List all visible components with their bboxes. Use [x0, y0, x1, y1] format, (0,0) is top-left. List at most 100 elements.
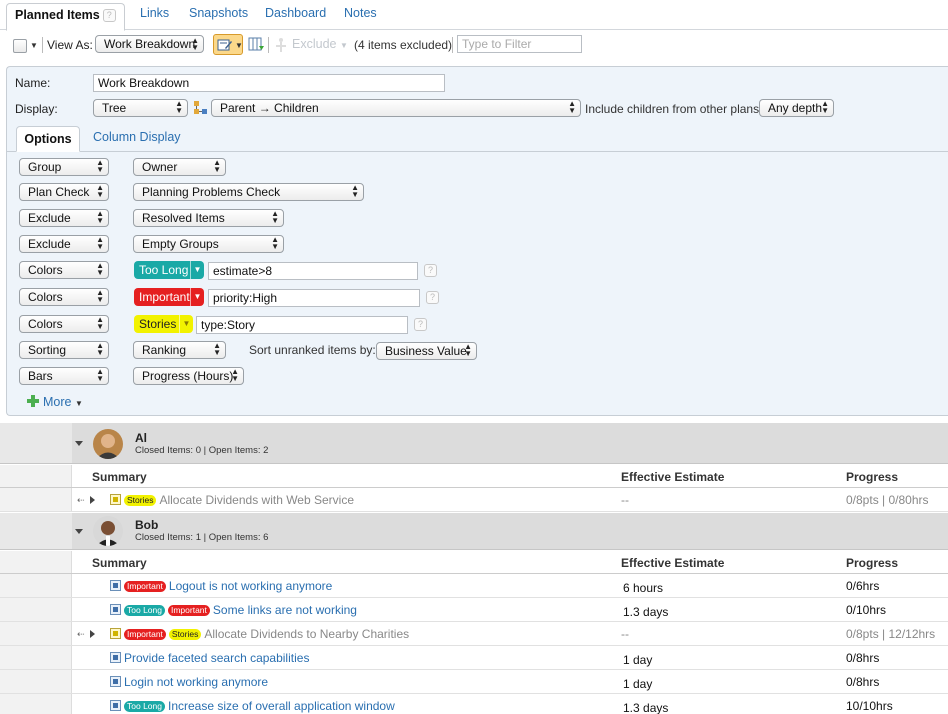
color-query-input[interactable]: estimate>8: [208, 262, 418, 280]
task-type-icon: [110, 652, 121, 663]
view-name-input[interactable]: Work Breakdown: [93, 74, 445, 92]
external-link-icon: ⇠: [77, 629, 85, 639]
row-gutter: [0, 551, 72, 573]
exclude-button[interactable]: Exclude ▼: [292, 37, 348, 51]
expand-icon[interactable]: [90, 496, 95, 504]
help-icon[interactable]: ?: [102, 9, 116, 22]
select-menu-caret[interactable]: ▼: [30, 41, 38, 50]
edit-view-icon: [217, 39, 232, 51]
display-select[interactable]: Tree ▲ ▼: [93, 99, 188, 117]
column-header-progress[interactable]: Progress: [846, 470, 898, 484]
toolbar: ▼ View As: Work Breakdown ▲ ▼ ▼ Exclude …: [0, 30, 948, 60]
option-type-select[interactable]: Bars ▲ ▼: [19, 367, 109, 385]
column-header-effective-estimate[interactable]: Effective Estimate: [621, 470, 724, 484]
row-gutter: [0, 694, 72, 714]
table-row[interactable]: Too Long Increase size of overall applica…: [0, 694, 948, 714]
sort-unranked-select[interactable]: Business Value ▲ ▼: [376, 342, 477, 360]
column-header-progress[interactable]: Progress: [846, 556, 898, 570]
tab-notes[interactable]: Notes: [344, 6, 377, 20]
view-options-panel: Name: Work Breakdown Display: Tree ▲ ▼ Pa…: [6, 66, 948, 416]
column-header-effective-estimate[interactable]: Effective Estimate: [621, 556, 724, 570]
option-type-select[interactable]: Exclude ▲ ▼: [19, 235, 109, 253]
option-value-select[interactable]: Ranking ▲ ▼: [133, 341, 226, 359]
color-chip-stories[interactable]: Stories ▼: [134, 315, 193, 333]
color-chip-too-long[interactable]: Too Long ▼: [134, 261, 204, 279]
table-row[interactable]: Too Long Important Some links are not work…: [0, 598, 948, 622]
option-value-select[interactable]: Resolved Items ▲ ▼: [133, 209, 284, 227]
help-icon[interactable]: ?: [424, 264, 437, 277]
summary-cell[interactable]: Too Long Increase size of overall applica…: [124, 699, 395, 713]
table-row[interactable]: ⇠ Important Stories Allocate Dividends to …: [0, 622, 948, 646]
help-icon[interactable]: ?: [426, 291, 439, 304]
summary-cell[interactable]: Login not working anymore: [124, 675, 268, 689]
color-query-input[interactable]: priority:High: [208, 289, 420, 307]
group-row-al[interactable]: Al Closed Items: 0 | Open Items: 2: [0, 423, 948, 464]
toolbar-divider: [42, 37, 43, 53]
column-header-summary[interactable]: Summary: [92, 470, 147, 484]
option-type-select[interactable]: Sorting ▲ ▼: [19, 341, 109, 359]
tab-dashboard[interactable]: Dashboard: [265, 6, 326, 20]
table-row[interactable]: Login not working anymore 1 day 0/8hrs: [0, 670, 948, 694]
estimate-cell: 1.3 days: [623, 605, 669, 619]
color-chip-important[interactable]: Important ▼: [134, 288, 204, 306]
more-options-button[interactable]: More ▼: [27, 395, 83, 409]
option-type-select[interactable]: Colors ▲ ▼: [19, 288, 109, 306]
collapse-icon[interactable]: [75, 441, 83, 446]
include-depth-select[interactable]: Any depth ▲ ▼: [759, 99, 834, 117]
tab-options[interactable]: Options: [16, 126, 80, 152]
option-type-select[interactable]: Colors ▲ ▼: [19, 315, 109, 333]
edit-view-button[interactable]: ▼: [213, 34, 243, 55]
avatar: [93, 516, 123, 546]
row-gutter: [0, 622, 72, 645]
tab-snapshots[interactable]: Snapshots: [189, 6, 248, 20]
subtabs-divider: [7, 151, 948, 152]
plus-icon: [27, 395, 39, 407]
select-all-checkbox[interactable]: [13, 39, 27, 53]
filter-input[interactable]: Type to Filter: [457, 35, 582, 53]
excluded-count: (4 items excluded): [354, 38, 453, 52]
table-row[interactable]: Important Logout is not working anymore 6…: [0, 574, 948, 598]
expand-icon[interactable]: [90, 630, 95, 638]
row-gutter: [0, 646, 72, 669]
help-icon[interactable]: ?: [414, 318, 427, 331]
progress-cell: 0/10hrs: [846, 603, 887, 617]
estimate-cell: --: [621, 627, 629, 641]
summary-cell[interactable]: Stories Allocate Dividends with Web Servi…: [124, 493, 354, 507]
view-as-label: View As:: [47, 38, 93, 52]
option-type-select[interactable]: Colors ▲ ▼: [19, 261, 109, 279]
row-gutter: [0, 423, 72, 463]
badge-too-long: Too Long: [124, 701, 165, 712]
badge-important: Important: [124, 581, 166, 592]
tab-planned-items[interactable]: Planned Items?: [6, 3, 125, 31]
option-value-select[interactable]: Owner ▲ ▼: [133, 158, 226, 176]
column-header-summary[interactable]: Summary: [92, 556, 147, 570]
progress-cell: 10/10hrs: [846, 699, 893, 713]
color-query-input[interactable]: type:Story: [196, 316, 408, 334]
tab-column-display[interactable]: Column Display: [93, 130, 181, 144]
exclude-icon: [276, 38, 286, 52]
table-row[interactable]: Provide faceted search capabilities 1 da…: [0, 646, 948, 670]
group-row-bob[interactable]: Bob Closed Items: 1 | Open Items: 6: [0, 513, 948, 550]
option-value-select[interactable]: Progress (Hours) ▲ ▼: [133, 367, 244, 385]
summary-cell[interactable]: Important Stories Allocate Dividends to Ne…: [124, 627, 409, 641]
badge-stories: Stories: [124, 495, 157, 506]
estimate-cell: 1.3 days: [623, 701, 669, 714]
name-label: Name:: [15, 76, 51, 90]
option-type-select[interactable]: Plan Check ▲ ▼: [19, 183, 109, 201]
summary-cell[interactable]: Provide faceted search capabilities: [124, 651, 309, 665]
columns-icon[interactable]: [248, 37, 264, 53]
view-as-select[interactable]: Work Breakdown ▲ ▼: [95, 35, 204, 53]
group-stats: Closed Items: 0 | Open Items: 2: [135, 445, 269, 456]
summary-cell[interactable]: Too Long Important Some links are not work…: [124, 603, 357, 617]
collapse-icon[interactable]: [75, 529, 83, 534]
option-type-select[interactable]: Exclude ▲ ▼: [19, 209, 109, 227]
option-value-select[interactable]: Planning Problems Check ▲ ▼: [133, 183, 364, 201]
relation-select[interactable]: Parent → Children ▲ ▼: [211, 99, 581, 117]
estimate-cell: 1 day: [623, 653, 653, 667]
column-header-row: Summary Effective Estimate Progress: [0, 465, 948, 488]
table-row[interactable]: ⇠ Stories Allocate Dividends with Web Ser…: [0, 488, 948, 512]
tab-links[interactable]: Links: [140, 6, 169, 20]
summary-cell[interactable]: Important Logout is not working anymore: [124, 579, 332, 593]
option-value-select[interactable]: Empty Groups ▲ ▼: [133, 235, 284, 253]
option-type-select[interactable]: Group ▲ ▼: [19, 158, 109, 176]
